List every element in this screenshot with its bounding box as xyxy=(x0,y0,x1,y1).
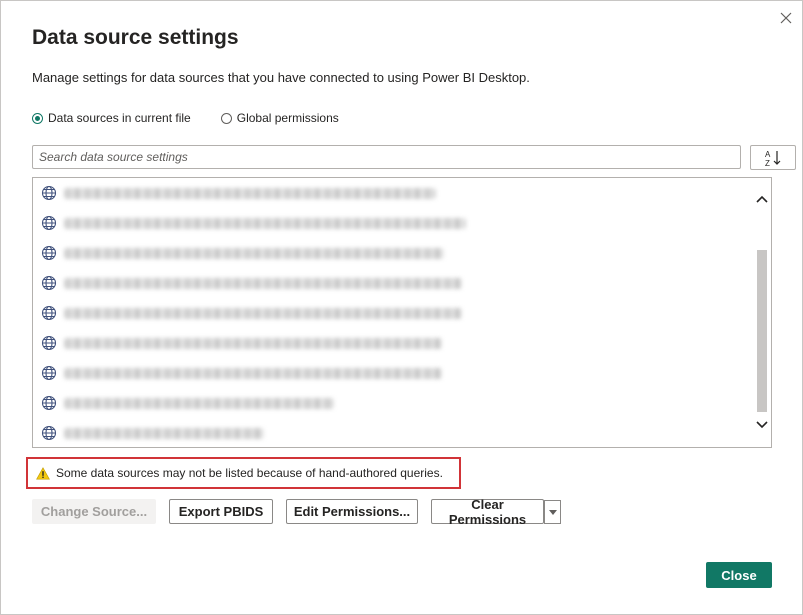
globe-icon xyxy=(41,425,57,441)
dialog-subtitle: Manage settings for data sources that yo… xyxy=(32,70,530,85)
globe-icon xyxy=(41,245,57,261)
radio-global-permissions[interactable]: Global permissions xyxy=(220,111,339,125)
close-button[interactable]: Close xyxy=(706,562,772,588)
data-source-url xyxy=(64,217,466,229)
globe-icon xyxy=(41,215,57,231)
close-icon[interactable] xyxy=(774,7,798,29)
scroll-down-icon[interactable] xyxy=(753,416,771,434)
sort-az-icon: A Z xyxy=(765,150,781,167)
list-item[interactable] xyxy=(33,208,753,238)
warning-text: Some data sources may not be listed beca… xyxy=(56,466,443,480)
scope-radio-group: Data sources in current file Global perm… xyxy=(32,109,369,127)
export-pbids-button[interactable]: Export PBIDS xyxy=(169,499,273,524)
warning-icon xyxy=(36,466,50,479)
radio-current-file[interactable]: Data sources in current file xyxy=(32,111,191,125)
data-source-settings-dialog: Data source settings Manage settings for… xyxy=(0,0,803,615)
edit-permissions-button[interactable]: Edit Permissions... xyxy=(286,499,418,524)
clear-permissions-dropdown[interactable] xyxy=(544,500,561,524)
radio-global-permissions-label: Global permissions xyxy=(236,111,339,125)
data-source-url xyxy=(64,367,442,379)
dialog-title: Data source settings xyxy=(32,26,239,49)
data-source-url xyxy=(64,187,436,199)
list-item[interactable] xyxy=(33,268,753,298)
list-item[interactable] xyxy=(33,388,753,418)
change-source-button[interactable]: Change Source... xyxy=(32,499,156,524)
radio-current-file-label: Data sources in current file xyxy=(48,111,191,125)
svg-text:A: A xyxy=(765,150,771,159)
scroll-thumb[interactable] xyxy=(757,250,767,412)
list-item[interactable] xyxy=(33,328,753,358)
globe-icon xyxy=(41,275,57,291)
svg-text:Z: Z xyxy=(765,159,770,167)
sort-button[interactable]: A Z xyxy=(750,145,796,170)
data-source-url xyxy=(64,397,334,409)
radio-checked-icon[interactable] xyxy=(32,112,43,124)
globe-icon xyxy=(41,185,57,201)
list-item[interactable] xyxy=(33,178,753,208)
globe-icon xyxy=(41,395,57,411)
list-scrollbar[interactable] xyxy=(753,178,771,447)
data-source-url xyxy=(64,427,264,439)
globe-icon xyxy=(41,305,57,321)
globe-icon xyxy=(41,365,57,381)
list-item[interactable] xyxy=(33,358,753,388)
data-source-url xyxy=(64,307,462,319)
chevron-down-icon xyxy=(548,509,557,515)
data-source-url xyxy=(64,337,442,349)
globe-icon xyxy=(41,335,57,351)
data-source-url xyxy=(64,247,444,259)
list-item[interactable] xyxy=(33,298,753,328)
search-input[interactable] xyxy=(32,145,741,169)
radio-unchecked-icon[interactable] xyxy=(220,112,232,124)
scroll-up-icon[interactable] xyxy=(753,190,771,208)
hand-authored-queries-warning: Some data sources may not be listed beca… xyxy=(26,457,461,489)
data-source-list xyxy=(32,177,772,448)
list-item[interactable] xyxy=(33,418,753,447)
list-item[interactable] xyxy=(33,238,753,268)
clear-permissions-button[interactable]: Clear Permissions xyxy=(431,497,544,527)
data-source-url xyxy=(64,277,462,289)
